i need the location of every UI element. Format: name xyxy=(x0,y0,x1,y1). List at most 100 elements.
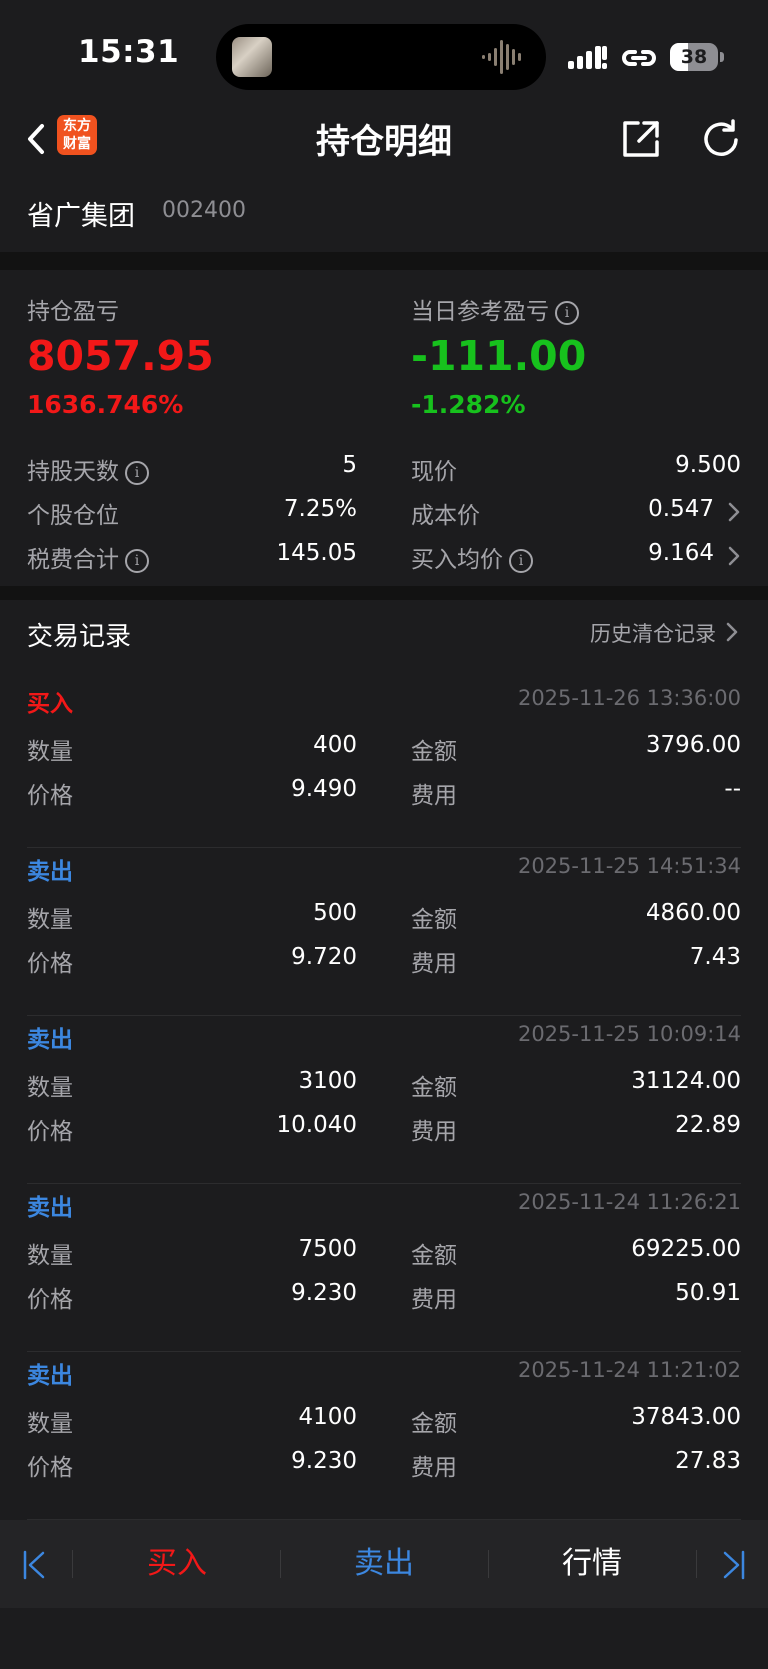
trade-type: 卖出 xyxy=(27,1195,73,1221)
fee-value: 27.83 xyxy=(675,1448,741,1474)
position-ratio-value: 7.25% xyxy=(283,496,357,522)
current-price-label: 现价 xyxy=(411,459,457,485)
market-button[interactable]: 行情 xyxy=(489,1520,695,1608)
refresh-icon[interactable] xyxy=(700,118,742,160)
avg-buy-price-label: 买入均价 i xyxy=(411,540,533,574)
info-icon[interactable]: i xyxy=(125,549,149,573)
last-record-icon[interactable] xyxy=(722,1550,746,1580)
separator xyxy=(72,1550,73,1578)
price-value: 9.230 xyxy=(291,1448,357,1474)
fee-label: 费用 xyxy=(411,951,457,977)
price-label: 价格 xyxy=(27,783,73,809)
daily-pl-percent: -1.282% xyxy=(411,390,526,419)
amount-value: 69225.00 xyxy=(631,1236,741,1262)
fee-value: 22.89 xyxy=(675,1112,741,1138)
history-link-label: 历史清仓记录 xyxy=(590,622,716,646)
holding-days-label: 持股天数 i xyxy=(27,452,149,486)
holding-days-value: 5 xyxy=(342,452,357,478)
fee-value: -- xyxy=(724,776,741,802)
qty-value: 3100 xyxy=(298,1068,357,1094)
stock-header: 省广集团 002400 xyxy=(0,176,768,252)
personal-hotspot-icon xyxy=(622,50,656,66)
history-clearance-link[interactable]: 历史清仓记录 xyxy=(590,618,738,648)
stock-code: 002400 xyxy=(162,198,246,223)
cost-price-value[interactable]: 0.547 xyxy=(648,496,714,522)
info-icon[interactable]: i xyxy=(555,301,579,325)
separator xyxy=(696,1550,697,1578)
status-time: 15:31 xyxy=(78,34,180,70)
cost-price-label: 成本价 xyxy=(411,503,480,529)
status-bar: 15:31 38 xyxy=(0,0,768,104)
trade-type: 卖出 xyxy=(27,859,73,885)
position-summary: 持仓盈亏 8057.95 1636.746% 当日参考盈亏 i -111.00 -… xyxy=(0,270,768,586)
home-indicator-area xyxy=(0,1608,768,1669)
qty-value: 400 xyxy=(313,732,357,758)
info-icon[interactable]: i xyxy=(509,549,533,573)
trades-title: 交易记录 xyxy=(27,622,132,652)
fee-label: 费用 xyxy=(411,783,457,809)
total-fees-value: 145.05 xyxy=(276,540,357,566)
trade-record[interactable]: 买入 2025-11-26 13:36:00 数量 400 金额 3796.00… xyxy=(0,680,768,848)
qty-value: 7500 xyxy=(298,1236,357,1262)
info-icon[interactable]: i xyxy=(125,461,149,485)
section-divider xyxy=(0,252,768,270)
trade-type: 卖出 xyxy=(27,1363,73,1389)
trade-record[interactable]: 卖出 2025-11-24 11:26:21 数量 7500 金额 69225.… xyxy=(0,1184,768,1352)
holding-pl-label: 持仓盈亏 xyxy=(27,299,119,325)
chevron-right-icon xyxy=(726,622,738,642)
avg-buy-price-value[interactable]: 9.164 xyxy=(648,540,714,566)
amount-label: 金额 xyxy=(411,1243,457,1269)
current-price-value: 9.500 xyxy=(675,452,741,478)
amount-value: 3796.00 xyxy=(645,732,741,758)
qty-label: 数量 xyxy=(27,1075,73,1101)
price-label: 价格 xyxy=(27,1455,73,1481)
holding-pl-value: 8057.95 xyxy=(27,332,214,380)
trade-record[interactable]: 卖出 2025-11-25 10:09:14 数量 3100 金额 31124.… xyxy=(0,1016,768,1184)
fee-label: 费用 xyxy=(411,1287,457,1313)
share-icon[interactable] xyxy=(620,118,662,160)
trade-time: 2025-11-24 11:21:02 xyxy=(517,1358,741,1382)
qty-label: 数量 xyxy=(27,907,73,933)
price-value: 9.230 xyxy=(291,1280,357,1306)
dynamic-island xyxy=(216,24,546,90)
price-value: 9.490 xyxy=(291,776,357,802)
chevron-right-icon[interactable] xyxy=(728,546,740,566)
now-playing-thumbnail xyxy=(232,37,272,77)
amount-value: 31124.00 xyxy=(631,1068,741,1094)
qty-value: 500 xyxy=(313,900,357,926)
qty-label: 数量 xyxy=(27,1243,73,1269)
price-label: 价格 xyxy=(27,951,73,977)
chevron-right-icon[interactable] xyxy=(728,502,740,522)
audio-wave-icon xyxy=(482,40,521,74)
price-label: 价格 xyxy=(27,1119,73,1145)
amount-label: 金额 xyxy=(411,907,457,933)
battery-indicator: 38 xyxy=(670,43,724,71)
battery-percent: 38 xyxy=(680,46,708,68)
trade-type: 买入 xyxy=(27,691,73,717)
daily-pl-value: -111.00 xyxy=(411,332,587,380)
bottom-action-bar: 买入 卖出 行情 xyxy=(0,1520,768,1608)
trade-time: 2025-11-24 11:26:21 xyxy=(517,1190,741,1214)
qty-label: 数量 xyxy=(27,1411,73,1437)
fee-value: 50.91 xyxy=(675,1280,741,1306)
amount-label: 金额 xyxy=(411,1075,457,1101)
amount-label: 金额 xyxy=(411,1411,457,1437)
trade-record[interactable]: 卖出 2025-11-25 14:51:34 数量 500 金额 4860.00… xyxy=(0,848,768,1016)
trade-record[interactable]: 卖出 2025-11-24 11:21:02 数量 4100 金额 37843.… xyxy=(0,1352,768,1520)
trade-time: 2025-11-25 14:51:34 xyxy=(517,854,741,878)
price-label: 价格 xyxy=(27,1287,73,1313)
trade-records: 交易记录 历史清仓记录 买入 2025-11-26 13:36:00 数量 40… xyxy=(0,600,768,1520)
position-ratio-label: 个股仓位 xyxy=(27,503,119,529)
buy-button[interactable]: 买入 xyxy=(74,1520,280,1608)
section-divider xyxy=(0,586,768,600)
fee-value: 7.43 xyxy=(689,944,741,970)
sell-button[interactable]: 卖出 xyxy=(281,1520,487,1608)
first-record-icon[interactable] xyxy=(22,1550,46,1580)
holding-pl-percent: 1636.746% xyxy=(27,390,184,419)
cellular-signal-icon xyxy=(568,46,607,69)
amount-label: 金额 xyxy=(411,739,457,765)
trade-time: 2025-11-26 13:36:00 xyxy=(517,686,741,710)
trade-type: 卖出 xyxy=(27,1027,73,1053)
fee-label: 费用 xyxy=(411,1455,457,1481)
stock-name: 省广集团 xyxy=(27,201,135,232)
